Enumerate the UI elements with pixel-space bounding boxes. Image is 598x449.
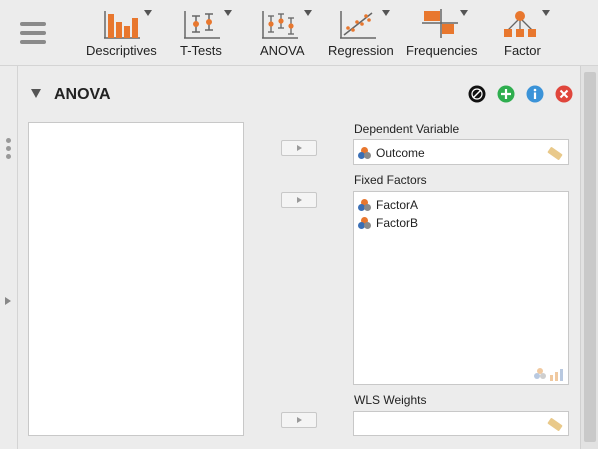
descriptives-label: Descriptives bbox=[86, 43, 157, 58]
fixed-factor-name: FactorB bbox=[376, 216, 419, 230]
fixed-factor-item[interactable]: FactorA bbox=[358, 197, 418, 213]
fixed-factor-item[interactable]: FactorB bbox=[358, 215, 418, 231]
available-variables-list[interactable] bbox=[28, 122, 244, 436]
descriptives-button[interactable]: Descriptives bbox=[82, 6, 162, 62]
dependent-variable-field[interactable]: Outcome bbox=[353, 139, 569, 165]
drag-handle-icon[interactable] bbox=[6, 138, 12, 162]
allowed-types-icon bbox=[534, 368, 563, 381]
nominal-variable-icon bbox=[358, 199, 372, 211]
move-to-fixed-factors-button[interactable] bbox=[281, 192, 317, 208]
move-to-dependent-button[interactable] bbox=[281, 140, 317, 156]
results-splitter[interactable] bbox=[0, 66, 18, 449]
info-icon[interactable] bbox=[526, 85, 544, 103]
edit-title-icon[interactable] bbox=[468, 85, 486, 103]
ribbon-toolbar: Descriptives T-Tests ANOVA Regression Fr… bbox=[0, 0, 598, 66]
factor-button[interactable]: Factor bbox=[498, 6, 552, 62]
expand-arrow-icon[interactable] bbox=[5, 297, 11, 305]
frequencies-icon bbox=[422, 9, 458, 38]
options-scrollbar[interactable] bbox=[580, 66, 598, 449]
dropdown-arrow-icon bbox=[460, 10, 468, 16]
fixed-factor-name: FactorA bbox=[376, 198, 419, 212]
factor-icon bbox=[504, 11, 536, 37]
t-tests-label: T-Tests bbox=[180, 43, 222, 58]
t-tests-button[interactable]: T-Tests bbox=[176, 6, 232, 62]
regression-icon bbox=[340, 11, 376, 39]
add-analysis-icon[interactable] bbox=[497, 85, 515, 103]
frequencies-label: Frequencies bbox=[406, 43, 478, 58]
regression-button[interactable]: Regression bbox=[326, 6, 394, 62]
analysis-title[interactable]: ANOVA bbox=[54, 86, 111, 104]
regression-label: Regression bbox=[328, 43, 394, 58]
close-icon[interactable] bbox=[555, 85, 573, 103]
bar-chart-icon bbox=[104, 11, 140, 39]
factor-label: Factor bbox=[504, 43, 541, 58]
dropdown-arrow-icon bbox=[144, 10, 152, 16]
scale-variable-icon bbox=[547, 146, 563, 161]
t-test-icon bbox=[184, 11, 220, 39]
dropdown-arrow-icon bbox=[542, 10, 550, 16]
dropdown-arrow-icon bbox=[304, 10, 312, 16]
dependent-variable-name: Outcome bbox=[376, 146, 425, 160]
dependent-variable-label: Dependent Variable bbox=[354, 122, 460, 136]
fixed-factors-list[interactable]: FactorA FactorB bbox=[353, 191, 569, 385]
anova-label: ANOVA bbox=[260, 43, 305, 58]
anova-button[interactable]: ANOVA bbox=[256, 6, 314, 62]
analysis-options-panel: ANOVA Dependent Variable Outcome Fixed F… bbox=[19, 66, 579, 449]
scale-variable-icon bbox=[547, 417, 563, 432]
dependent-variable-item[interactable]: Outcome bbox=[358, 145, 425, 161]
collapse-arrow-icon[interactable] bbox=[31, 89, 41, 98]
nominal-variable-icon bbox=[358, 147, 372, 159]
anova-icon bbox=[262, 11, 298, 39]
main-menu-icon[interactable] bbox=[20, 22, 46, 46]
dropdown-arrow-icon bbox=[382, 10, 390, 16]
nominal-variable-icon bbox=[358, 217, 372, 229]
frequencies-button[interactable]: Frequencies bbox=[404, 6, 478, 62]
wls-weights-label: WLS Weights bbox=[354, 393, 427, 407]
wls-weights-field[interactable] bbox=[353, 411, 569, 436]
fixed-factors-label: Fixed Factors bbox=[354, 173, 427, 187]
dropdown-arrow-icon bbox=[224, 10, 232, 16]
move-to-wls-weights-button[interactable] bbox=[281, 412, 317, 428]
scrollbar-thumb[interactable] bbox=[584, 72, 596, 442]
